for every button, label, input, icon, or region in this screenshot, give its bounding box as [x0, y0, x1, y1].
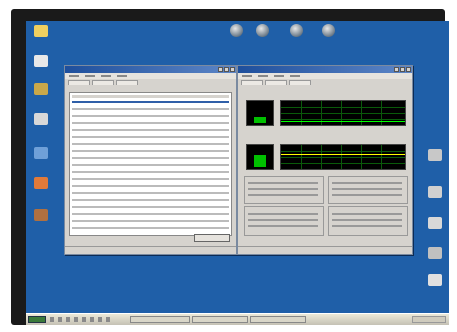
- tab-strip: [65, 79, 236, 85]
- table-row[interactable]: [72, 129, 229, 131]
- app-icon[interactable]: [34, 177, 48, 189]
- table-row[interactable]: [72, 101, 229, 103]
- status-bar: [238, 246, 412, 254]
- taskbar-item[interactable]: [250, 316, 306, 323]
- menu-options[interactable]: [258, 75, 268, 77]
- globe-icon[interactable]: [290, 24, 303, 37]
- menu-help[interactable]: [290, 75, 300, 77]
- title-bar[interactable]: [238, 66, 412, 73]
- memory-usage-history-graph: [280, 144, 406, 170]
- table-row[interactable]: [72, 157, 229, 159]
- drive-icon[interactable]: [428, 149, 442, 161]
- tab-applications[interactable]: [68, 80, 90, 85]
- my-computer-icon[interactable]: [34, 25, 48, 37]
- table-row[interactable]: [72, 227, 229, 229]
- table-row[interactable]: [72, 136, 229, 138]
- close-button[interactable]: [406, 67, 411, 72]
- cpu-usage-history-graph: [280, 100, 406, 126]
- maximize-button[interactable]: [400, 67, 405, 72]
- taskbar-item[interactable]: [130, 316, 190, 323]
- table-row[interactable]: [72, 213, 229, 215]
- tab-strip: [238, 79, 412, 85]
- taskbar: [26, 313, 449, 325]
- tab-processes[interactable]: [265, 80, 287, 85]
- table-row[interactable]: [72, 143, 229, 145]
- network-icon[interactable]: [34, 83, 48, 95]
- totals-group: [244, 176, 324, 204]
- table-row[interactable]: [72, 206, 229, 208]
- tab-processes[interactable]: [92, 80, 114, 85]
- table-row[interactable]: [72, 178, 229, 180]
- menu-help[interactable]: [117, 75, 127, 77]
- recycle-bin-icon[interactable]: [34, 113, 48, 125]
- globe-icon[interactable]: [322, 24, 335, 37]
- table-row[interactable]: [72, 192, 229, 194]
- table-row[interactable]: [72, 164, 229, 166]
- table-row[interactable]: [72, 122, 229, 124]
- taskbar-item[interactable]: [192, 316, 248, 323]
- column-headers[interactable]: [72, 95, 229, 98]
- table-row[interactable]: [72, 185, 229, 187]
- close-button[interactable]: [230, 67, 235, 72]
- table-row[interactable]: [72, 150, 229, 152]
- monitor-frame: [11, 9, 449, 325]
- drive-icon[interactable]: [428, 186, 442, 198]
- system-tray: [412, 316, 446, 323]
- end-process-button[interactable]: [194, 234, 230, 242]
- cpu-usage-gauge: [246, 100, 274, 126]
- kernel-memory-group: [328, 206, 408, 236]
- menu-file[interactable]: [69, 75, 79, 77]
- table-row[interactable]: [72, 171, 229, 173]
- desktop: [26, 21, 449, 325]
- maximize-button[interactable]: [224, 67, 229, 72]
- globe-icon[interactable]: [256, 24, 269, 37]
- start-button[interactable]: [28, 316, 46, 323]
- minimize-button[interactable]: [218, 67, 223, 72]
- table-row[interactable]: [72, 108, 229, 110]
- drive-icon[interactable]: [428, 217, 442, 229]
- task-manager-performance-window[interactable]: [237, 65, 413, 255]
- process-list[interactable]: [69, 92, 232, 236]
- menu-file[interactable]: [242, 75, 252, 77]
- tab-applications[interactable]: [241, 80, 263, 85]
- table-row[interactable]: [72, 115, 229, 117]
- menu-options[interactable]: [85, 75, 95, 77]
- documents-icon[interactable]: [34, 55, 48, 67]
- tab-performance[interactable]: [289, 80, 311, 85]
- menu-view[interactable]: [274, 75, 284, 77]
- task-manager-processes-window[interactable]: [64, 65, 237, 255]
- shortcut-icon[interactable]: [34, 209, 48, 221]
- table-row[interactable]: [72, 220, 229, 222]
- globe-icon[interactable]: [230, 24, 243, 37]
- printer-icon[interactable]: [428, 274, 442, 286]
- tab-performance[interactable]: [116, 80, 138, 85]
- status-bar: [65, 246, 236, 254]
- menu-view[interactable]: [101, 75, 111, 77]
- physical-memory-group: [328, 176, 408, 204]
- commit-charge-group: [244, 206, 324, 236]
- drive-icon[interactable]: [428, 247, 442, 259]
- internet-icon[interactable]: [34, 147, 48, 159]
- memory-usage-gauge: [246, 144, 274, 170]
- minimize-button[interactable]: [394, 67, 399, 72]
- quick-launch-bar: [50, 317, 114, 322]
- title-bar[interactable]: [65, 66, 236, 73]
- table-row[interactable]: [72, 199, 229, 201]
